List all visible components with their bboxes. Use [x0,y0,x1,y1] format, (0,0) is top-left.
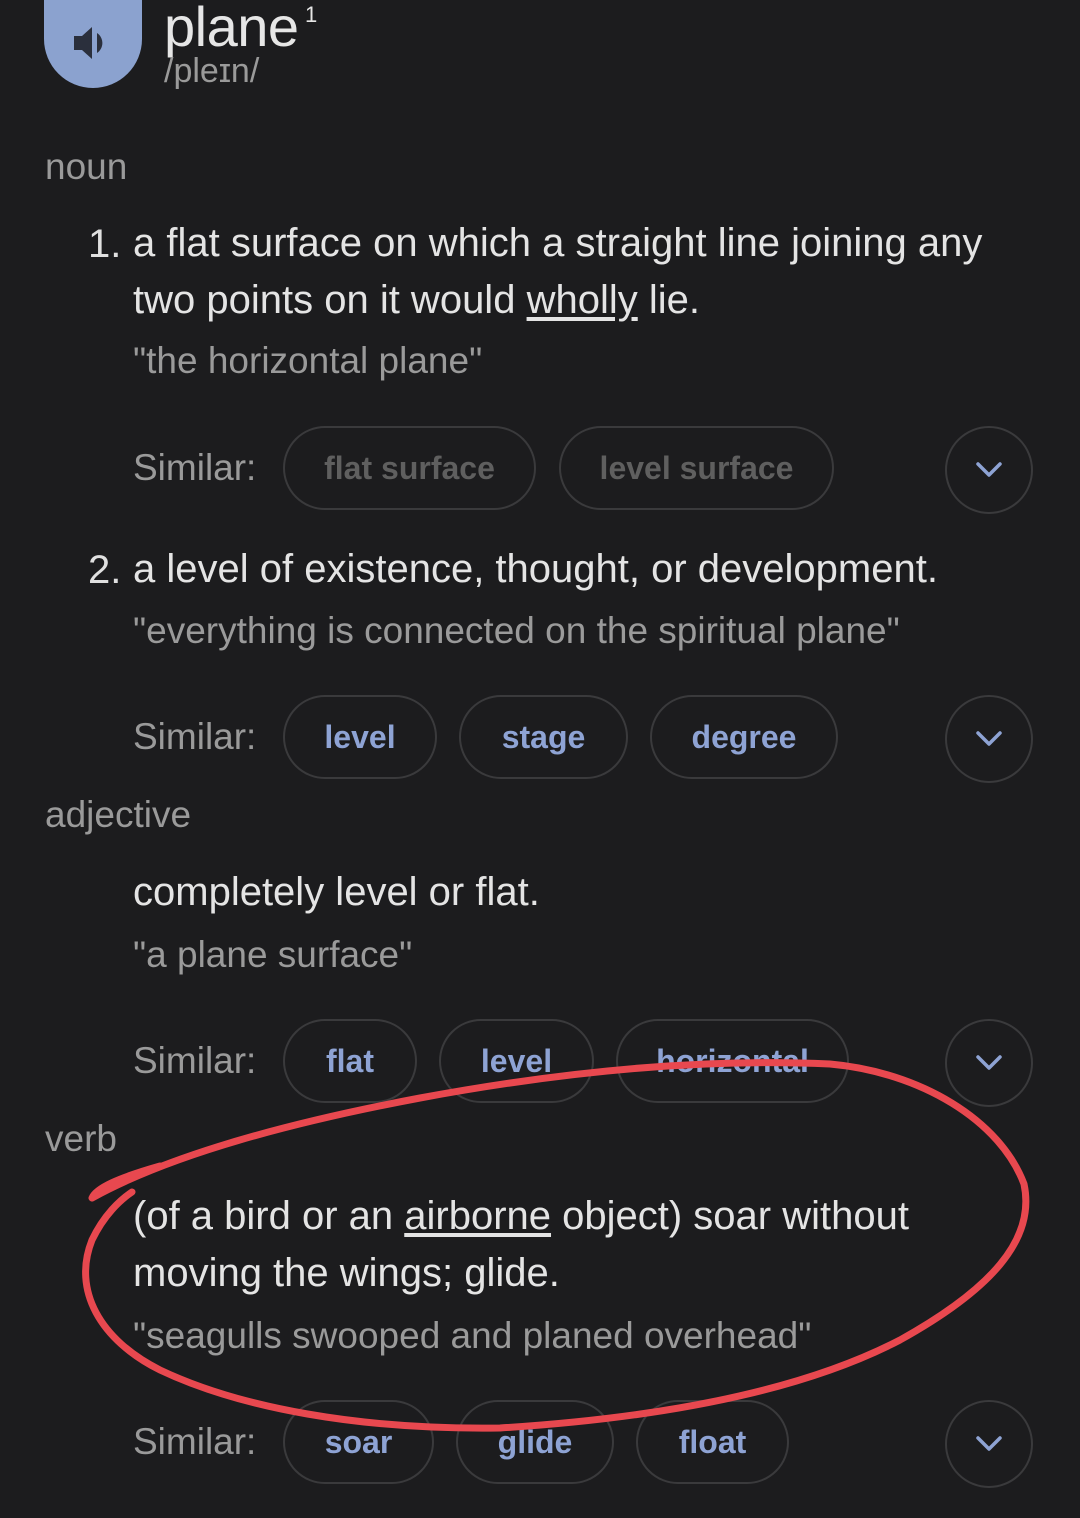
example-text: "a plane surface" [133,934,413,975]
similar-chip[interactable]: horizontal [616,1019,849,1103]
definition-text: completely level or flat. [133,870,540,914]
part-of-speech-adjective: adjective [45,794,192,835]
example-text: "everything is connected on the spiritua… [133,610,900,651]
similar-chip[interactable]: level surface [559,426,834,510]
similar-chip[interactable]: degree [650,695,838,779]
phonetic: /pleɪn/ [164,52,260,90]
similar-chip[interactable]: level [439,1019,594,1103]
similar-label: Similar: [133,1040,257,1081]
headword: plane [164,0,299,58]
part-of-speech-verb: verb [45,1118,117,1159]
similar-chip[interactable]: flat [283,1019,417,1103]
expand-button[interactable] [945,695,1033,783]
chevron-down-icon [976,1055,1002,1070]
chevron-down-icon [976,731,1002,746]
similar-chip[interactable]: glide [456,1400,614,1484]
sense-number: 2. [88,548,122,592]
similar-chip[interactable]: stage [459,695,628,779]
expand-button[interactable] [945,1400,1033,1488]
sense-number: 1. [88,222,122,266]
expand-button[interactable] [945,1019,1033,1107]
similar-label: Similar: [133,1421,257,1462]
word-link-wholly[interactable]: wholly [527,278,638,322]
expand-button[interactable] [945,426,1033,514]
definition-text: a level of existence, thought, or develo… [133,547,938,591]
example-text: "seagulls swooped and planed overhead" [133,1315,812,1356]
part-of-speech-noun: noun [45,146,128,187]
similar-label: Similar: [133,447,257,488]
pronunciation-button[interactable] [44,0,142,88]
example-text: "the horizontal plane" [133,340,483,381]
homograph-number: 1 [305,2,318,27]
definition-text: a flat surface on which a straight line … [133,221,983,322]
word-link-airborne[interactable]: airborne [404,1194,551,1238]
similar-chip[interactable]: soar [283,1400,434,1484]
chevron-down-icon [976,462,1002,477]
similar-chip[interactable]: level [283,695,437,779]
speaker-icon [74,27,103,59]
similar-label: Similar: [133,716,257,757]
definition-text: (of a bird or an airborne object) soar w… [133,1194,909,1295]
similar-chip[interactable]: flat surface [283,426,536,510]
similar-chip[interactable]: float [636,1400,789,1484]
chevron-down-icon [976,1436,1002,1451]
